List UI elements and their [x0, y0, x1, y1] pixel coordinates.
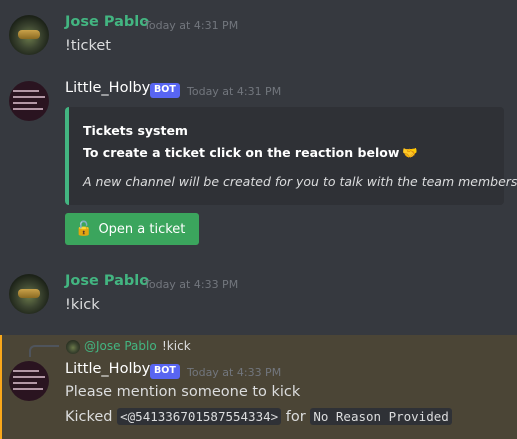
- timestamp: Today at 4:33 PM: [144, 278, 239, 291]
- author-name[interactable]: Little_Holby: [65, 361, 150, 377]
- author-name[interactable]: Jose Pablo: [65, 14, 149, 30]
- unlock-icon: 🔓: [75, 221, 93, 237]
- reply-author[interactable]: @Jose Pablo: [84, 339, 157, 353]
- handshake-icon: 🤝: [402, 145, 418, 160]
- reason-code: No Reason Provided: [310, 408, 452, 425]
- reply-connector: [29, 345, 59, 357]
- author-name[interactable]: Jose Pablo: [65, 273, 149, 289]
- button-label: Open a ticket: [98, 221, 186, 237]
- avatar[interactable]: [9, 361, 49, 401]
- timestamp: Today at 4:31 PM: [187, 85, 282, 98]
- timestamp: Today at 4:33 PM: [187, 366, 282, 379]
- mention-bar: [0, 335, 2, 439]
- embed: Tickets system To create a ticket click …: [65, 107, 517, 205]
- message-content: !kick: [65, 297, 100, 313]
- bot-badge: BOT: [150, 364, 180, 379]
- helmet-visor-icon: [18, 289, 40, 298]
- message-content: Please mention someone to kick: [65, 384, 301, 400]
- kicked-prefix: Kicked: [65, 409, 113, 425]
- message-content: !ticket: [65, 38, 111, 54]
- reply-content[interactable]: !kick: [162, 339, 191, 353]
- author-name[interactable]: Little_Holby: [65, 80, 150, 96]
- timestamp: Today at 4:31 PM: [144, 19, 239, 32]
- open-ticket-button[interactable]: 🔓 Open a ticket: [65, 213, 199, 245]
- reply-avatar[interactable]: [66, 340, 80, 354]
- embed-description: To create a ticket click on the reaction…: [83, 145, 418, 161]
- avatar[interactable]: [9, 15, 49, 55]
- helmet-visor-icon: [18, 30, 40, 39]
- user-mention-code: <@541336701587554334>: [117, 408, 282, 425]
- embed-title: Tickets system: [83, 123, 188, 138]
- embed-footer: A new channel will be created for you to…: [83, 174, 517, 189]
- embed-description-text: To create a ticket click on the reaction…: [83, 145, 400, 160]
- message-content-line2: Kicked <@541336701587554334> for No Reas…: [65, 408, 452, 425]
- for-text: for: [285, 409, 306, 425]
- avatar[interactable]: [9, 81, 49, 121]
- avatar[interactable]: [9, 274, 49, 314]
- bot-badge: BOT: [150, 83, 180, 98]
